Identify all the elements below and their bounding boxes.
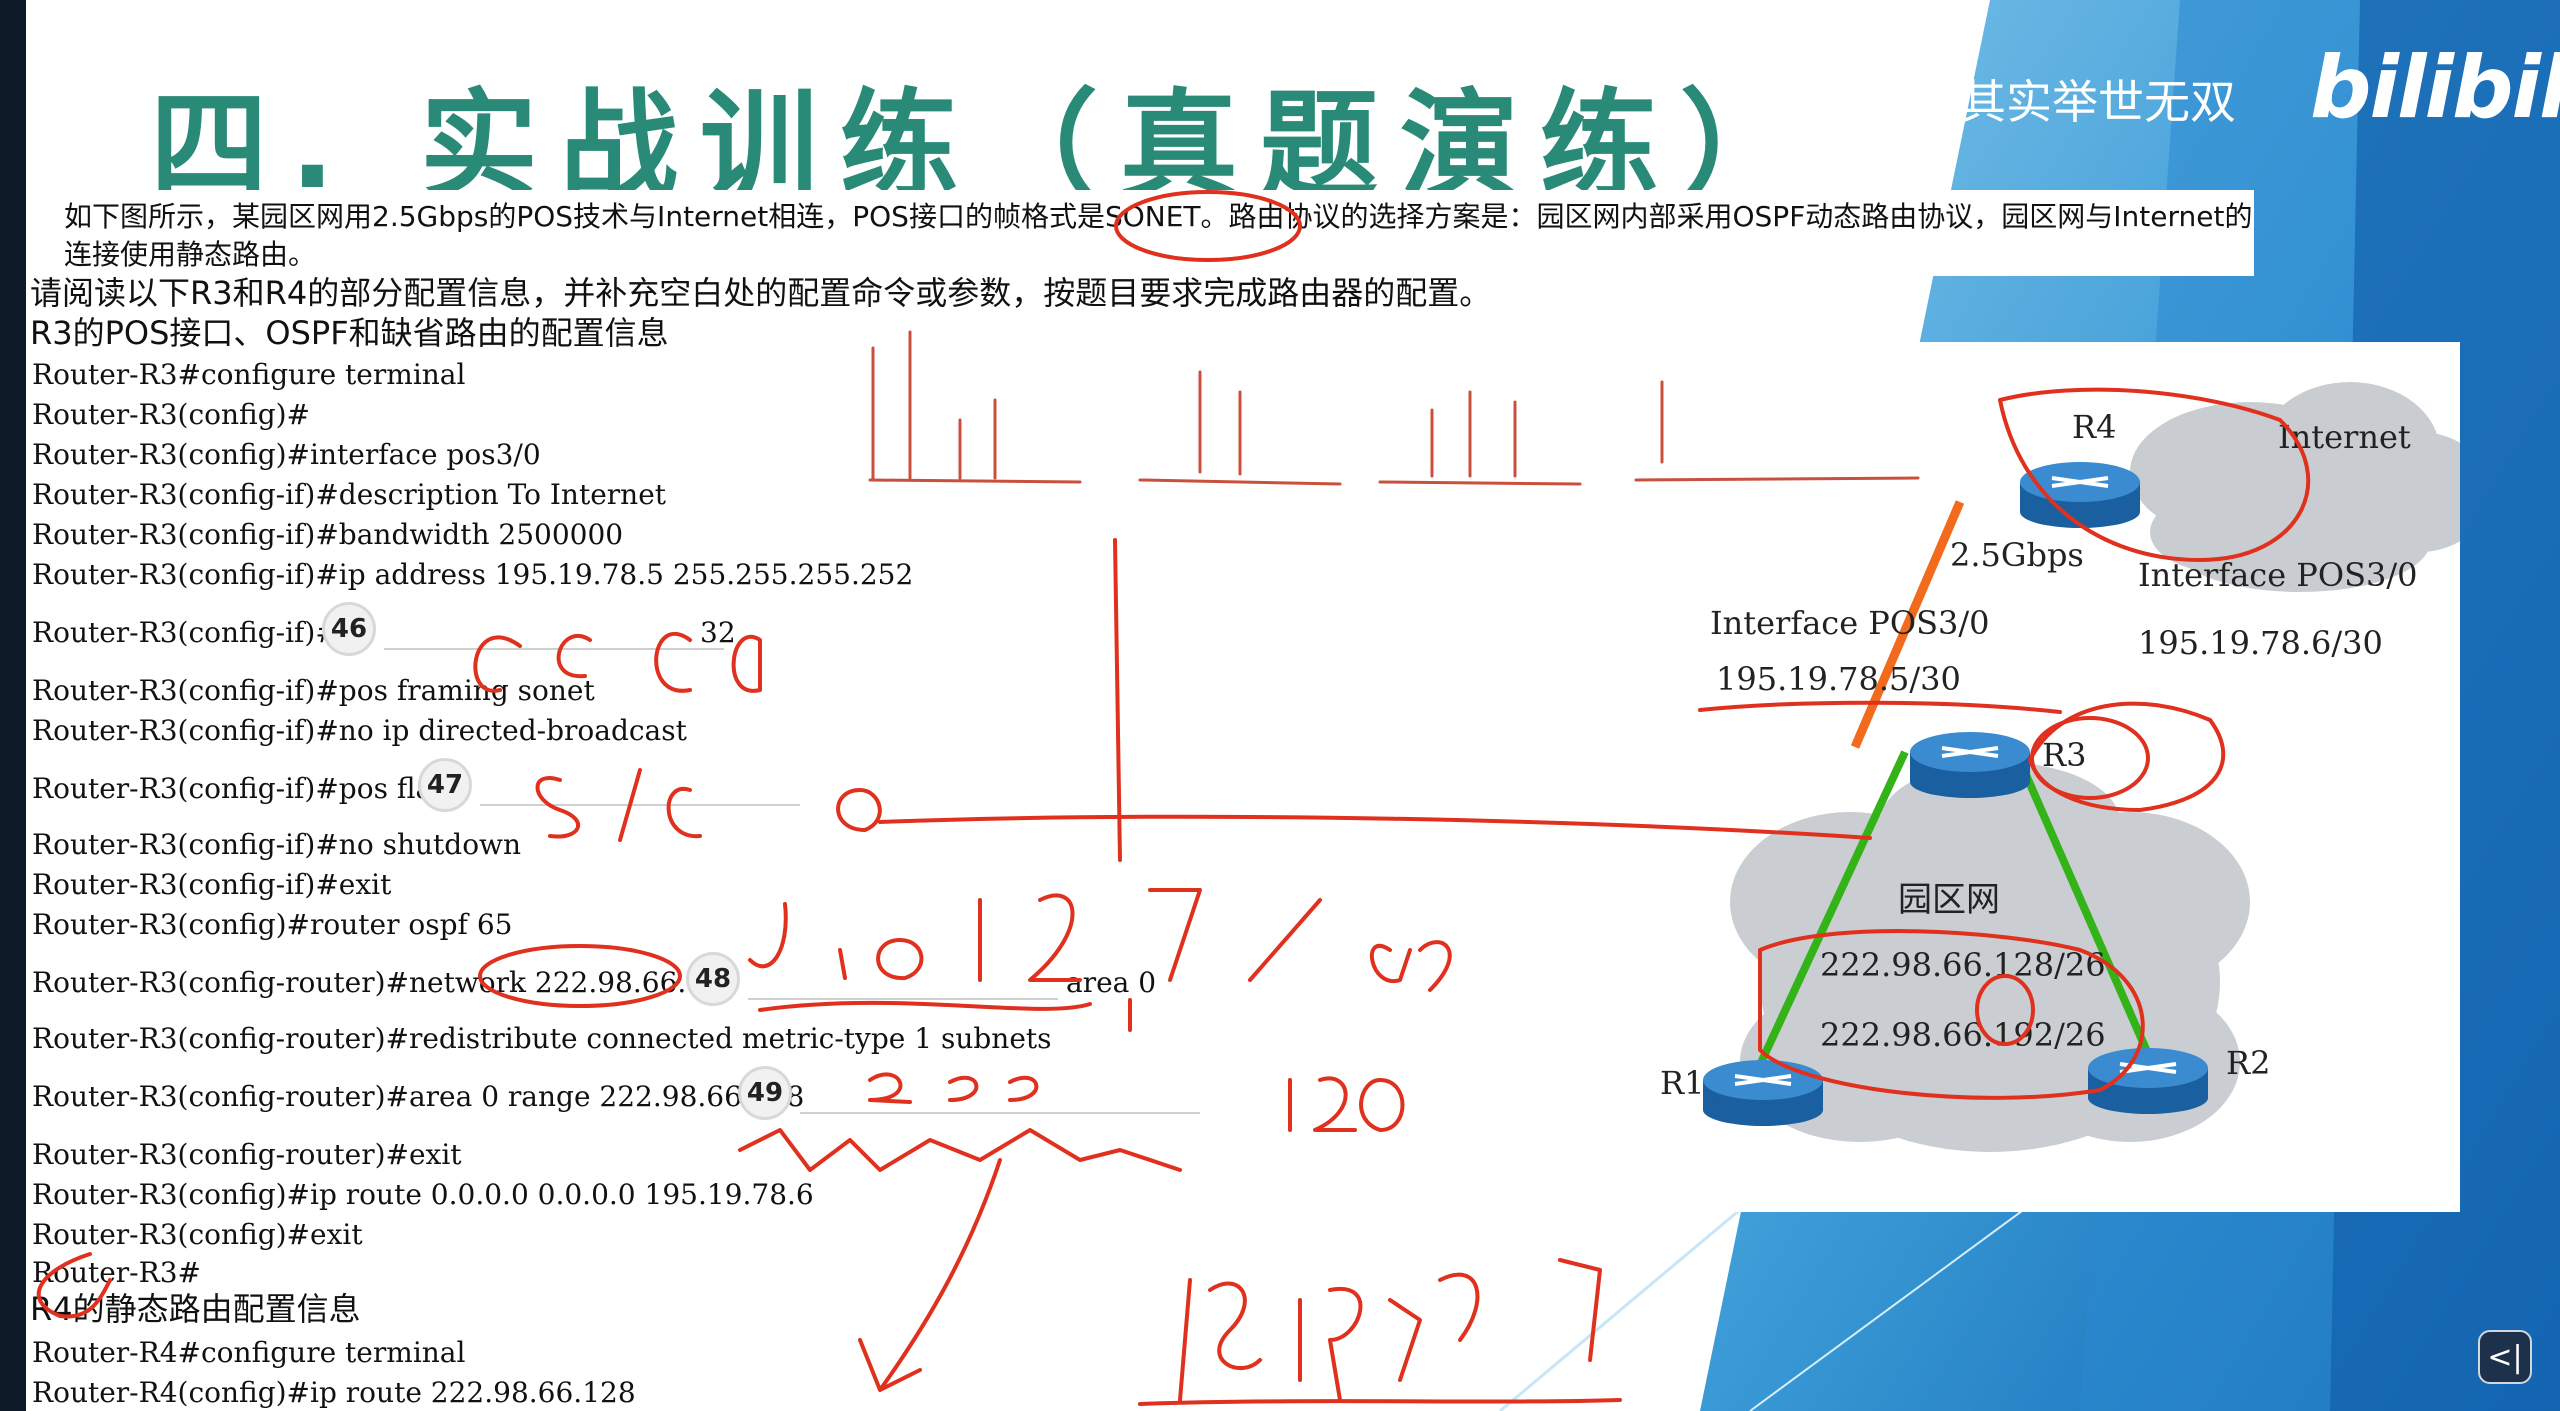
network-diagram: R4 Internet 2.5Gbps Interface POS3/0 195… (1660, 342, 2490, 1212)
config-line: Router-R3(config-if)#exit (32, 868, 392, 901)
question-48-badge: 48 (686, 952, 740, 1006)
r4-interface-label: Interface POS3/0 (2138, 556, 2418, 594)
config-line: Router-R3(config-if)#no shutdown (32, 828, 522, 861)
blank48-suffix: area 0 (1066, 966, 1157, 999)
bilibili-logo: bilibili (2310, 38, 2560, 138)
router-r4-icon (2020, 462, 2140, 528)
config-line: Router-R3(config-if)#no ip directed-broa… (32, 714, 687, 747)
r1-label: R1 (1660, 1064, 1705, 1102)
blank-49 (800, 1112, 1200, 1114)
r2-label: R2 (2226, 1044, 2271, 1082)
config-line: Router-R4#configure terminal (32, 1336, 466, 1369)
blank-47 (480, 804, 800, 806)
router-r3-icon (1910, 732, 2030, 798)
question-49-badge: 49 (738, 1066, 792, 1120)
config-line: Router-R3(config-if)#description To Inte… (32, 478, 667, 511)
internet-label: Internet (2278, 418, 2411, 456)
watermark-text: 其实举世无双 (1960, 75, 2236, 129)
config-line: Router-R3(config)#exit (32, 1218, 363, 1251)
r4-label: R4 (2072, 408, 2117, 446)
blank47-prefix: Router-R3(config-if)#pos flag (32, 772, 451, 805)
r4-ip-label: 195.19.78.6/30 (2138, 624, 2383, 662)
blank-48 (748, 998, 1058, 1000)
back-arrow-icon[interactable]: <| (2478, 1330, 2532, 1384)
config-line: Router-R3# (32, 1256, 201, 1289)
config-line: Router-R3(config)#ip route 0.0.0.0 0.0.0… (32, 1178, 814, 1211)
config-line: Router-R3(config-if)#ip address 195.19.7… (32, 558, 914, 591)
question-46-badge: 46 (322, 602, 376, 656)
slide-stage: 四. 实战训练（真题演练） 其实举世无双 bilibili 如下图所示，某园区网… (0, 0, 2560, 1411)
config-line: Router-R3(config)#router ospf 65 (32, 908, 513, 941)
r3-ip-label: 195.19.78.5/30 (1716, 660, 1961, 698)
config-line: Router-R3(config)# (32, 398, 311, 431)
subnet-2-label: 222.98.66.192/26 (1820, 1016, 2106, 1054)
campus-label: 园区网 (1898, 880, 2000, 920)
left-dark-strip (0, 0, 26, 1411)
subnet-1-label: 222.98.66.128/26 (1820, 946, 2106, 984)
config-line: Router-R3(config)#interface pos3/0 (32, 438, 541, 471)
router-r2-icon (2088, 1048, 2208, 1114)
blank49-prefix: Router-R3(config-router)#area 0 range 22… (32, 1080, 805, 1113)
blank46-prefix: Router-R3(config-if)# (32, 616, 339, 649)
config-line: Router-R4(config)#ip route 222.98.66.128 (32, 1376, 636, 1409)
intro-text: 如下图所示，某园区网用2.5Gbps的POS技术与Internet相连，POS接… (64, 200, 2253, 271)
config-line: Router-R3#configure terminal (32, 358, 466, 391)
config-line: Router-R3(config-router)#exit (32, 1138, 462, 1171)
r3-label: R3 (2042, 736, 2087, 774)
speed-label: 2.5Gbps (1950, 536, 2084, 574)
instruction-text: 请阅读以下R3和R4的部分配置信息，并补充空白处的配置命令或参数，按题目要求完成… (30, 274, 1492, 312)
config-line: Router-R3(config-if)#pos framing sonet (32, 674, 595, 707)
blank46-suffix: 32 (700, 616, 736, 649)
diagram-graphics (1703, 382, 2490, 1152)
r3-interface-label: Interface POS3/0 (1710, 604, 1990, 642)
r3-heading: R3的POS接口、OSPF和缺省路由的配置信息 (30, 314, 669, 352)
router-r1-icon (1703, 1060, 1823, 1126)
config-line: Router-R3(config-router)#redistribute co… (32, 1022, 1052, 1055)
r4-heading: R4的静态路由配置信息 (30, 1290, 361, 1328)
config-line: Router-R3(config-if)#bandwidth 2500000 (32, 518, 624, 551)
blank-46 (384, 648, 724, 650)
blank48-prefix: Router-R3(config-router)#network 222.98.… (32, 966, 740, 999)
question-47-badge: 47 (418, 758, 472, 812)
